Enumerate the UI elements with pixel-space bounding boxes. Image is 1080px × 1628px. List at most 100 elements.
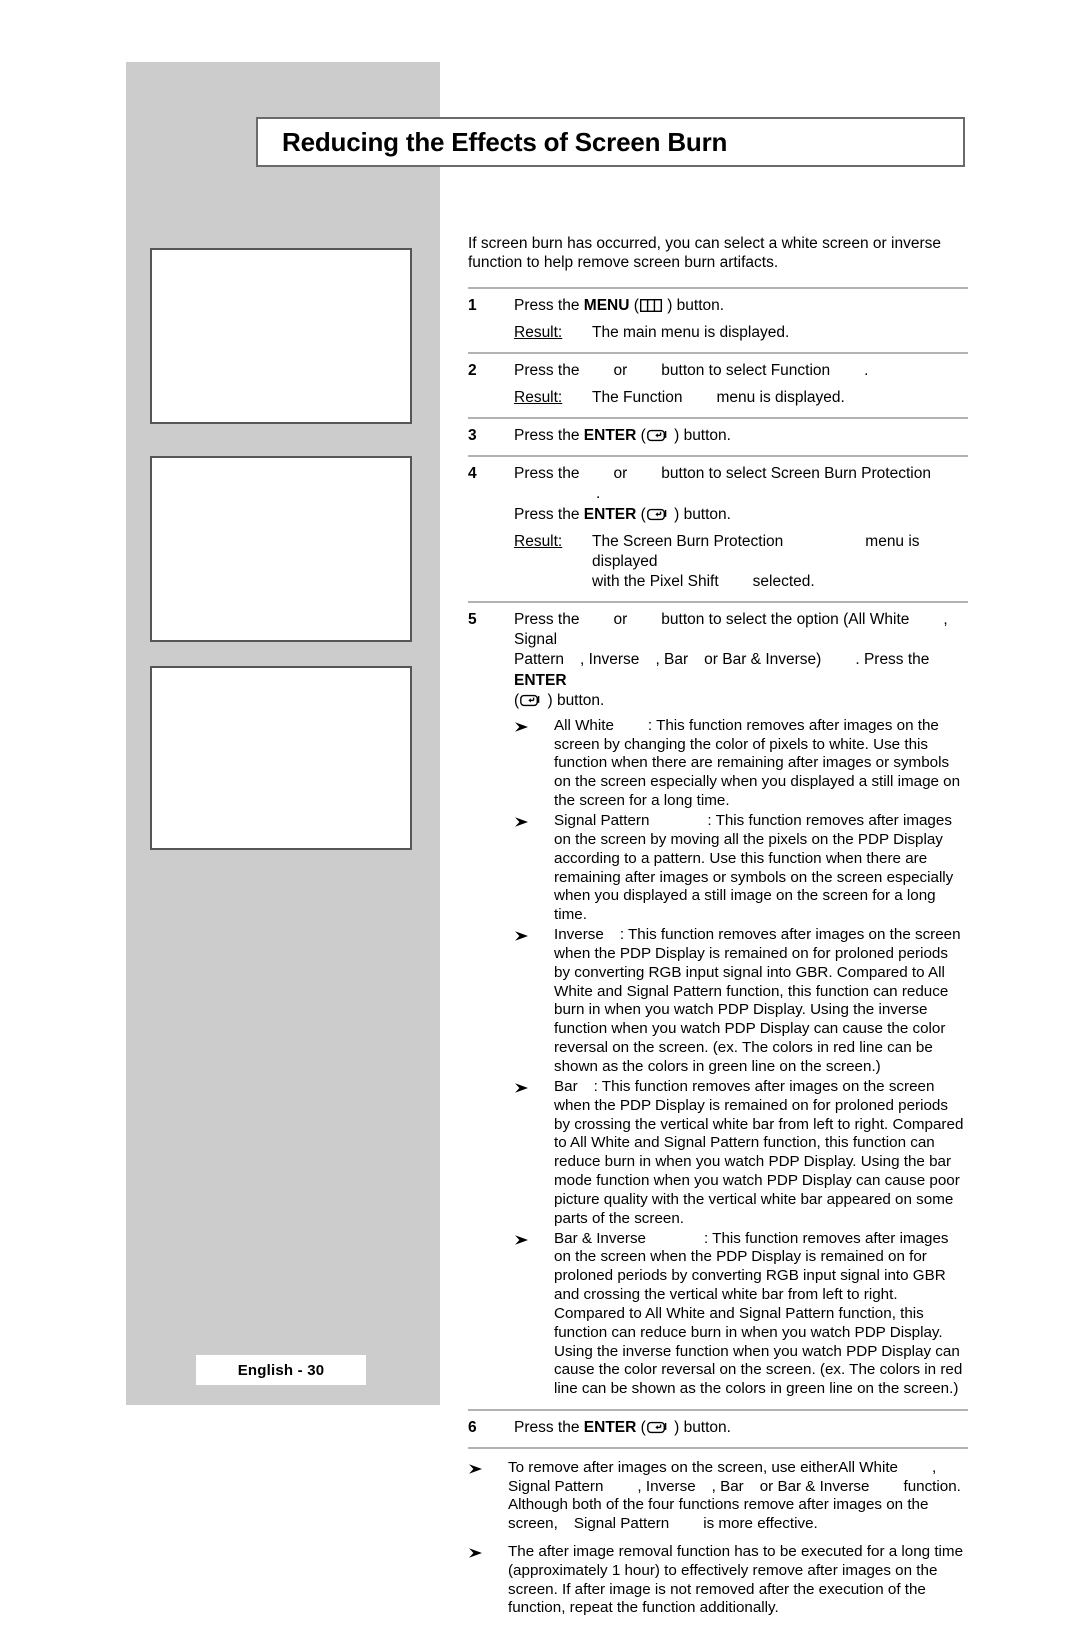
result-l2-post: selected. (752, 572, 815, 590)
step-text2-post: ) button. (669, 505, 731, 523)
step-text-e: , Inverse (579, 651, 640, 669)
step-text-or: or (613, 465, 628, 483)
result-line-2: with the Pixel Shift selected. (592, 573, 815, 590)
enter-keyword: ENTER (583, 427, 637, 445)
option-name: Signal Pattern (554, 812, 650, 829)
list-item: Inverse: This function removes after ima… (514, 926, 968, 1077)
step-instruction: Press the or button to select Function. (514, 361, 968, 381)
arrow-bullet-icon (514, 1230, 554, 1400)
result-line: Result: The main menu is displayed. (514, 323, 968, 343)
option-name: Bar (554, 1077, 578, 1095)
note-seg-c: , (932, 1459, 937, 1477)
step-number: 2 (468, 361, 477, 379)
enter-keyword: ENTER (583, 505, 637, 523)
step-text-i: ) button. (543, 691, 605, 709)
step-text-b: button to select the option (All White (661, 611, 910, 629)
note-seg-e: , Inverse (637, 1477, 696, 1495)
step-instruction: Press the ENTER ( ) button. (514, 1419, 731, 1437)
note-seg-h: function. (903, 1477, 961, 1495)
step-6: 6 Press the ENTER ( ) button. (468, 1411, 968, 1447)
step-body: Press the or button to select the option (… (514, 610, 968, 1400)
page-title-banner: Reducing the Effects of Screen Burn (256, 117, 965, 167)
option-entry: All White: This function removes after i… (554, 717, 968, 811)
menu-button-icon (639, 298, 662, 312)
step-text2-pre: Press the (514, 505, 584, 523)
step-instruction: Press the or button to select the option (… (514, 611, 948, 709)
option-name: Bar & Inverse (554, 1229, 647, 1247)
note-seg-l: is more effective. (703, 1514, 818, 1532)
step-number: 3 (468, 427, 477, 445)
step-instruction-line2: Press the ENTER ( ) button. (514, 505, 731, 523)
list-item: To remove after images on the screen, us… (468, 1459, 968, 1533)
step-text-a: Press the (514, 611, 580, 629)
step-text-post: ) button. (669, 1419, 731, 1437)
step-text-or: or (613, 611, 628, 629)
arrow-bullet-icon (514, 1078, 554, 1229)
result-text: The main menu is displayed. (592, 323, 790, 341)
step-instruction: Press the ENTER ( ) button. (514, 427, 731, 445)
step-body: Press the or button to select Screen Burn … (514, 464, 968, 592)
enter-button-icon (646, 507, 669, 520)
option-entry: Inverse: This function removes after ima… (554, 926, 968, 1077)
note-text: The after image removal function has to … (508, 1543, 964, 1617)
arrow-bullet-icon (514, 812, 554, 925)
step-5: 5 Press the or button to select the option… (468, 603, 968, 1409)
result-label: Result: (514, 323, 563, 341)
separator-rule (468, 1447, 968, 1450)
result-line: Result: The Screen Burn Protection menu i… (514, 532, 968, 592)
menu-keyword: MENU (583, 296, 630, 314)
option-list: All White: This function removes after i… (514, 717, 968, 1399)
step-text-h: . Press the (855, 651, 930, 669)
result-l2-pre: with the Pixel Shift (592, 572, 719, 590)
step-4: 4 Press the or button to select Screen Bur… (468, 457, 968, 601)
list-item: All White: This function removes after i… (514, 717, 968, 811)
step-text-post: ) button. (662, 296, 725, 314)
result-line-1: The Screen Burn Protection menu is displa… (592, 533, 920, 570)
step-text-a: Press the (514, 361, 580, 379)
note-seg-k: Signal Pattern (573, 1514, 670, 1532)
step-number: 1 (468, 296, 477, 314)
option-name: Inverse (554, 926, 604, 944)
option-entry: Bar: This function removes after images … (554, 1078, 968, 1229)
step-body: Press the MENU ( ) button. Result: The m… (514, 296, 968, 343)
list-item: Signal Pattern: This function removes af… (514, 812, 968, 925)
step-text-or: or (613, 361, 628, 379)
result-label: Result: (514, 388, 563, 406)
arrow-bullet-icon (468, 1543, 508, 1617)
arrow-bullet-icon (468, 1459, 508, 1533)
arrow-bullet-icon (514, 717, 554, 811)
result-l1-pre: The Screen Burn Protection (592, 532, 784, 550)
note-seg-i: Although both of the four functions remo… (508, 1496, 929, 1514)
step-text-pre: Press the (514, 427, 584, 445)
result-text-post: menu is displayed. (716, 388, 845, 406)
enter-button-icon (646, 1420, 669, 1434)
step-text-pre: Press the (514, 1419, 584, 1437)
step-1: 1 Press the MENU ( ) button. Result: The… (468, 289, 968, 352)
option-description: : This function removes after images on … (554, 716, 961, 810)
step-body: Press the ENTER ( ) button. (514, 426, 968, 446)
step-text-post: ) button. (669, 427, 731, 445)
list-item: Bar: This function removes after images … (514, 1078, 968, 1229)
step-text-c: . (864, 361, 869, 379)
option-description: : This function removes after images on … (554, 1077, 964, 1227)
step-3: 3 Press the ENTER ( ) button. (468, 419, 968, 455)
osd-illustration-box-2 (150, 456, 412, 642)
step-instruction: Press the MENU ( ) button. (514, 296, 725, 314)
step-body: Press the ENTER ( ) button. (514, 1418, 968, 1438)
step-number: 4 (468, 465, 477, 483)
note-seg-a: To remove after images on the screen, us… (508, 1459, 839, 1477)
step-body: Press the or button to select Function. Re… (514, 361, 968, 408)
list-item: The after image removal function has to … (468, 1543, 968, 1617)
result-text: The Function menu is displayed. (592, 388, 968, 408)
option-description: : This function removes after images on … (554, 926, 961, 1075)
step-text-g: or Bar & Inverse) (704, 651, 822, 669)
enter-button-icon (520, 693, 542, 706)
arrow-bullet-icon (514, 926, 554, 1077)
step-text-f: , Bar (655, 651, 689, 669)
page-number-label: English - 30 (237, 1361, 325, 1379)
step-instruction: Press the or button to select Screen Burn … (514, 464, 968, 504)
osd-illustration-box-3 (150, 666, 412, 850)
step-2: 2 Press the or button to select Function. … (468, 354, 968, 417)
step-text-c: . (596, 485, 601, 503)
step-text-a: Press the (514, 465, 580, 483)
